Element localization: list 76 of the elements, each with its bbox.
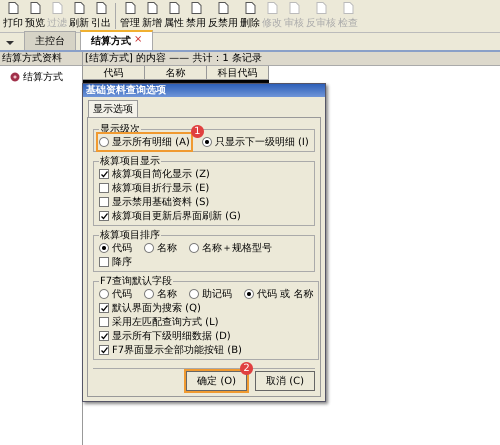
document-icon [244,2,256,14]
option-label[interactable]: 只显示下一级明细 (I) [214,135,309,149]
checkbox[interactable] [99,211,109,221]
group-title: 核算项目排序 [99,230,161,241]
column-header[interactable]: 代码 [83,66,145,79]
checkbox[interactable] [99,257,109,267]
document-icon [30,2,40,14]
close-icon[interactable]: × [134,34,142,48]
radio-button[interactable] [99,137,109,147]
flower-icon [10,72,20,82]
checkbox[interactable] [99,331,109,341]
tab[interactable]: 显示选项 [88,100,138,117]
document-icon [124,2,136,14]
checkbox[interactable] [99,183,109,193]
option-label[interactable]: 助记码 [202,287,232,301]
toolbar-button[interactable]: 反禁用 [207,1,239,31]
toolbar-button[interactable]: 刷新 [68,1,90,31]
option-label[interactable]: 核算项目折行显示 (E) [112,181,210,195]
checkbox[interactable] [99,169,109,179]
document-icon [8,2,18,14]
option-label[interactable]: 名称＋规格型号 [202,241,272,255]
option-label[interactable]: 默认界面为搜索 (Q) [112,301,201,315]
radio-button[interactable] [144,289,154,299]
toolbar-button[interactable]: 删除 [239,1,261,31]
document-icon [146,2,158,14]
option-label[interactable]: 核算项目更新后界面刷新 (G) [112,209,241,223]
group-title: F7查询默认字段 [99,276,174,287]
option-label[interactable]: F7界面显示全部功能按钮 (B) [112,343,242,357]
radio-button[interactable] [99,243,109,253]
dialog-button[interactable]: 取消 (C) [255,371,315,391]
option-label[interactable]: 显示所有明细 (A) [112,135,190,149]
option-label[interactable]: 名称 [157,287,177,301]
document-icon [190,2,202,14]
toolbar-button[interactable]: 禁用 [185,1,207,31]
checkbox[interactable] [99,345,109,355]
option-label[interactable]: 核算项目简化显示 (Z) [112,167,210,181]
checkbox[interactable] [99,317,109,327]
toolbar-button[interactable]: 管理 [119,1,141,31]
step-badge: 1 [190,125,204,138]
dialog-title: 基础资料查询选项 [83,84,325,97]
tab[interactable]: 主控台 [24,31,76,50]
toolbar-button[interactable]: 预览 [24,1,46,31]
dialog-button[interactable]: 确定 (O) [186,371,248,391]
radio-button[interactable] [99,289,109,299]
option-label[interactable]: 显示禁用基础资料 (S) [112,195,210,209]
document-icon [168,2,180,14]
toolbar-button[interactable]: 新增 [141,1,163,31]
step-badge: 2 [240,362,254,375]
group-title: 核算项目显示 [99,156,161,167]
column-header[interactable]: 名称 [145,66,207,79]
content-title: [结算方式] 的内容 —— 共计：1 条记录 [83,52,500,66]
radio-button[interactable] [202,137,212,147]
checkbox[interactable] [99,197,109,207]
toolbar-button[interactable]: 打印 [2,1,24,31]
dropdown-icon[interactable] [6,41,14,45]
toolbar-button[interactable]: 引出 [90,1,112,31]
option-label[interactable]: 名称 [157,241,177,255]
radio-button[interactable] [189,289,199,299]
radio-button[interactable] [144,243,154,253]
option-label[interactable]: 代码 [112,287,132,301]
option-label[interactable]: 代码 [112,241,132,255]
document-icon [96,2,106,14]
panel-title: 结算方式资料 [0,52,82,66]
option-label[interactable]: 显示所有下级明细数据 (D) [112,329,231,343]
radio-button[interactable] [244,289,254,299]
document-icon [74,2,84,14]
option-label[interactable]: 降序 [112,255,132,269]
toolbar-button[interactable]: 属性 [163,1,185,31]
radio-button[interactable] [189,243,199,253]
option-label[interactable]: 代码 或 名称 [257,287,314,301]
document-icon [218,2,228,14]
tree-item[interactable]: 结算方式 [23,70,63,84]
tab[interactable]: 结算方式 × [80,30,154,50]
option-label[interactable]: 采用左匹配查询方式 (L) [112,315,219,329]
checkbox[interactable] [99,303,109,313]
column-header[interactable]: 科目代码 [207,66,269,79]
